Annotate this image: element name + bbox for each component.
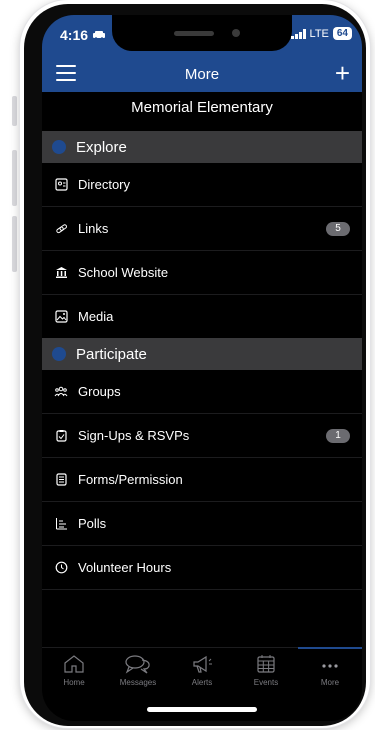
section-title: Participate (76, 345, 147, 363)
speaker-icon (174, 31, 214, 36)
participate-icon (52, 347, 66, 361)
status-indicators: LTE 64 (290, 27, 352, 40)
network-label: LTE (309, 27, 329, 40)
menu-item-forms-permission[interactable]: Forms/Permission (42, 458, 362, 502)
more-dots-icon (322, 664, 338, 668)
tab-alerts[interactable]: Alerts (170, 648, 234, 698)
volume-up-button (12, 150, 17, 206)
home-indicator[interactable] (147, 707, 257, 712)
calendar-icon (257, 655, 275, 673)
explore-icon (52, 140, 66, 154)
section-header-explore: Explore (42, 131, 362, 163)
notch (112, 15, 292, 51)
messages-icon (125, 655, 150, 674)
megaphone-icon (193, 655, 212, 673)
add-plus-icon[interactable]: + (335, 59, 350, 87)
menu-item-links[interactable]: Links 5 (42, 207, 362, 251)
poll-icon (54, 517, 68, 531)
tab-events[interactable]: Events (234, 648, 298, 698)
menu-item-label: Forms/Permission (78, 472, 183, 487)
bottom-tab-bar: Home Messages Alerts Events More (42, 647, 362, 698)
link-icon (54, 222, 68, 236)
id-card-icon (54, 178, 68, 192)
status-time: 4:16 (60, 27, 106, 43)
camera-icon (232, 29, 240, 37)
menu-item-label: Groups (78, 384, 121, 399)
menu-item-label: Polls (78, 516, 107, 531)
section-title: Explore (76, 138, 127, 156)
count-badge: 1 (326, 428, 350, 443)
tab-home[interactable]: Home (42, 648, 106, 698)
car-icon (93, 31, 106, 40)
tab-label: More (320, 678, 340, 687)
tab-messages[interactable]: Messages (106, 648, 170, 698)
count-badge: 5 (326, 221, 350, 236)
groups-icon (54, 385, 68, 399)
clock-icon (54, 561, 68, 575)
phone-screen: 4:16 LTE 64 More + Memorial Elementary E… (42, 15, 362, 721)
menu-item-label: Directory (78, 177, 131, 192)
tab-more[interactable]: More (298, 647, 362, 698)
status-time-text: 4:16 (60, 27, 89, 43)
volume-down-button (12, 216, 17, 272)
page-title: More (184, 65, 220, 83)
form-icon (54, 473, 68, 487)
app-header: 4:16 LTE 64 More + (42, 15, 362, 92)
menu-item-label: Links (78, 221, 109, 236)
school-building-icon (54, 266, 68, 280)
menu-item-volunteer-hours[interactable]: Volunteer Hours (42, 546, 362, 590)
mute-switch (12, 96, 17, 126)
hamburger-menu-icon[interactable] (56, 65, 76, 81)
home-icon (64, 655, 84, 673)
school-name: Memorial Elementary (131, 99, 273, 116)
section-header-participate: Participate (42, 338, 362, 370)
nav-bar: More + (42, 59, 362, 89)
menu-item-label: Sign-Ups & RSVPs (78, 428, 190, 443)
menu-item-school-website[interactable]: School Website (42, 251, 362, 295)
menu-item-label: Media (78, 309, 114, 324)
menu-item-sign-ups-rsvps[interactable]: Sign-Ups & RSVPs 1 (42, 414, 362, 458)
tab-label: Alerts (191, 678, 213, 687)
tab-label: Events (253, 678, 279, 687)
menu-item-label: Volunteer Hours (78, 560, 172, 575)
menu-item-media[interactable]: Media (42, 295, 362, 339)
signal-icon (290, 28, 306, 39)
menu-item-label: School Website (78, 265, 169, 280)
menu-item-groups[interactable]: Groups (42, 370, 362, 414)
clipboard-check-icon (54, 429, 68, 443)
battery-icon: 64 (332, 27, 352, 40)
tab-label: Home (63, 678, 85, 687)
image-icon (54, 310, 68, 324)
tab-label: Messages (119, 678, 157, 687)
menu-item-polls[interactable]: Polls (42, 502, 362, 546)
menu-item-directory[interactable]: Directory (42, 163, 362, 207)
